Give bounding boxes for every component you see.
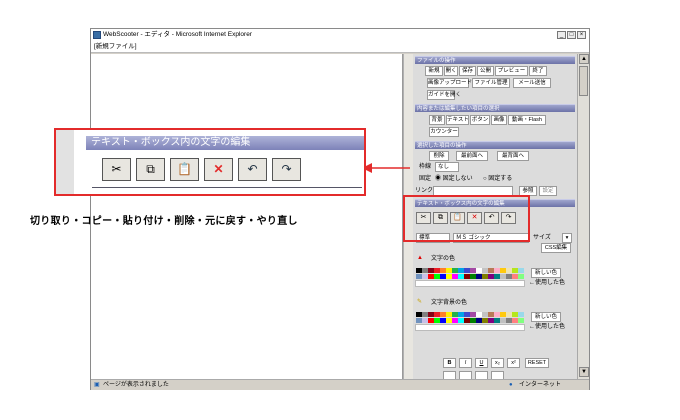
reset-button[interactable]: RESET <box>525 358 549 368</box>
status-bar: ▣ ページが表示されました ● インターネット <box>91 379 589 390</box>
image-upload-button[interactable]: 画像アップロード <box>427 78 472 88</box>
frame-select[interactable]: なし <box>435 162 459 172</box>
status-text: ページが表示されました <box>103 382 169 388</box>
used-bg-color-label: ←使用した色 <box>529 324 566 330</box>
italic-button[interactable]: I <box>459 358 472 368</box>
open-button[interactable]: 開く <box>444 66 458 76</box>
preview-button[interactable]: プレビュー <box>495 66 528 76</box>
bold-button[interactable]: B <box>443 358 456 368</box>
text-button[interactable]: テキスト <box>446 115 469 125</box>
close-button[interactable]: × <box>577 31 586 39</box>
title-bar: WebScooter - エディタ - Microsoft Internet E… <box>91 29 589 41</box>
panel-scrollbar[interactable]: ▲ ▼ <box>577 54 589 379</box>
movie-flash-button[interactable]: 動画・Flash <box>508 115 546 125</box>
bring-front-button[interactable]: 最前面へ <box>456 151 488 161</box>
frame-label: 枠線 <box>419 164 432 170</box>
size-label: サイズ <box>533 235 551 241</box>
exit-button[interactable]: 終了 <box>529 66 547 76</box>
underline-button[interactable]: U <box>475 358 488 368</box>
save-button[interactable]: 保存 <box>459 66 476 76</box>
section-selected-header: 選択した項目の操作 <box>415 141 575 149</box>
color-swatch[interactable] <box>518 274 524 279</box>
text-color-used-row[interactable] <box>415 280 525 287</box>
new-bg-color-button[interactable]: 新しい色 <box>531 312 561 322</box>
text-color-palette-row1[interactable] <box>416 268 524 273</box>
zoomed-toolbar-callout: テキスト・ボックス内の文字の編集 ✂ ⧉ 📋 ✕ ↶ ↷ <box>54 128 366 196</box>
align-justify-button[interactable] <box>491 371 504 379</box>
zoom-redo-icon: ↷ <box>272 158 301 181</box>
size-select[interactable]: ▾ <box>562 233 572 243</box>
bg-color-palette-row1[interactable] <box>416 312 524 317</box>
used-text-color-label: ←使用した色 <box>529 280 566 286</box>
set-button[interactable]: 設定 <box>539 186 557 196</box>
image-button[interactable]: 画像 <box>491 115 507 125</box>
window-title: WebScooter - エディタ - Microsoft Internet E… <box>103 31 252 38</box>
superscript-button[interactable]: x² <box>507 358 520 368</box>
maximize-button[interactable]: □ <box>567 31 576 39</box>
section-file-header: ファイルの操作 <box>415 56 575 64</box>
new-button[interactable]: 新規 <box>425 66 443 76</box>
button-button[interactable]: ボタン <box>470 115 490 125</box>
radio-fixed-label: 固定する <box>488 176 513 182</box>
zoom-paste-icon: 📋 <box>170 158 199 181</box>
bg-color-used-row[interactable] <box>415 324 525 331</box>
zoom-cut-icon: ✂ <box>102 158 131 181</box>
publish-button[interactable]: 公開 <box>477 66 494 76</box>
link-label: リンク <box>415 188 434 194</box>
color-swatch[interactable] <box>518 318 524 323</box>
color-swatch[interactable] <box>518 281 524 286</box>
text-color-palette-row2[interactable] <box>416 274 524 279</box>
callout-arrow <box>362 163 410 173</box>
guide-button[interactable]: ガイドを開く <box>427 90 461 100</box>
bg-color-label: 文字背景の色 <box>431 300 468 306</box>
mail-button[interactable]: メール送信 <box>513 78 551 88</box>
send-back-button[interactable]: 最背面へ <box>497 151 529 161</box>
css-edit-button[interactable]: CSS編集 <box>541 243 571 253</box>
zoom-undo-icon: ↶ <box>238 158 267 181</box>
text-color-label: 文字の色 <box>431 256 456 262</box>
align-left-button[interactable] <box>443 371 456 379</box>
radio-unfixed-label: 固定しない <box>442 176 473 182</box>
radio-fixed[interactable]: ○ 固定する <box>483 175 512 183</box>
align-right-button[interactable] <box>475 371 488 379</box>
align-center-button[interactable] <box>459 371 472 379</box>
section-add-header: 内容または編集したい項目の選択 <box>415 104 575 112</box>
zoom-left-strip <box>56 130 74 194</box>
fix-label: 固定 <box>419 176 432 182</box>
scroll-thumb[interactable] <box>579 66 588 96</box>
color-swatch[interactable] <box>518 325 524 330</box>
ie-icon <box>93 31 101 39</box>
minimize-button[interactable]: _ <box>557 31 566 39</box>
bg-color-icon: ✎ <box>417 299 423 305</box>
delete-button[interactable]: 削除 <box>429 151 449 161</box>
text-color-icon: ▲ <box>417 255 423 261</box>
scroll-up-icon[interactable]: ▲ <box>579 54 589 64</box>
document-title: [新規ファイル] <box>91 41 589 53</box>
page-icon: ▣ <box>94 382 100 388</box>
zone-text: インターネット <box>519 382 562 388</box>
zoom-divider <box>92 187 362 188</box>
caption-text: 切り取り・コピー・貼り付け・削除・元に戻す・やり直し <box>30 216 298 227</box>
counter-button[interactable]: カウンター <box>429 127 459 137</box>
radio-unfixed[interactable]: ◉ 固定しない <box>435 175 473 183</box>
color-swatch[interactable] <box>518 312 524 317</box>
file-manage-button[interactable]: ファイル管理 <box>472 78 510 88</box>
subscript-button[interactable]: x₂ <box>491 358 504 368</box>
background-button[interactable]: 背景 <box>429 115 445 125</box>
zoom-delete-icon: ✕ <box>204 158 233 181</box>
new-text-color-button[interactable]: 新しい色 <box>531 268 561 278</box>
bg-color-palette-row2[interactable] <box>416 318 524 323</box>
globe-icon: ● <box>509 382 513 388</box>
zoom-copy-icon: ⧉ <box>136 158 165 181</box>
zoom-section-header: テキスト・ボックス内の文字の編集 <box>86 136 364 150</box>
scroll-down-icon[interactable]: ▼ <box>579 367 589 377</box>
color-swatch[interactable] <box>518 268 524 273</box>
toolbar-highlight <box>403 195 530 242</box>
